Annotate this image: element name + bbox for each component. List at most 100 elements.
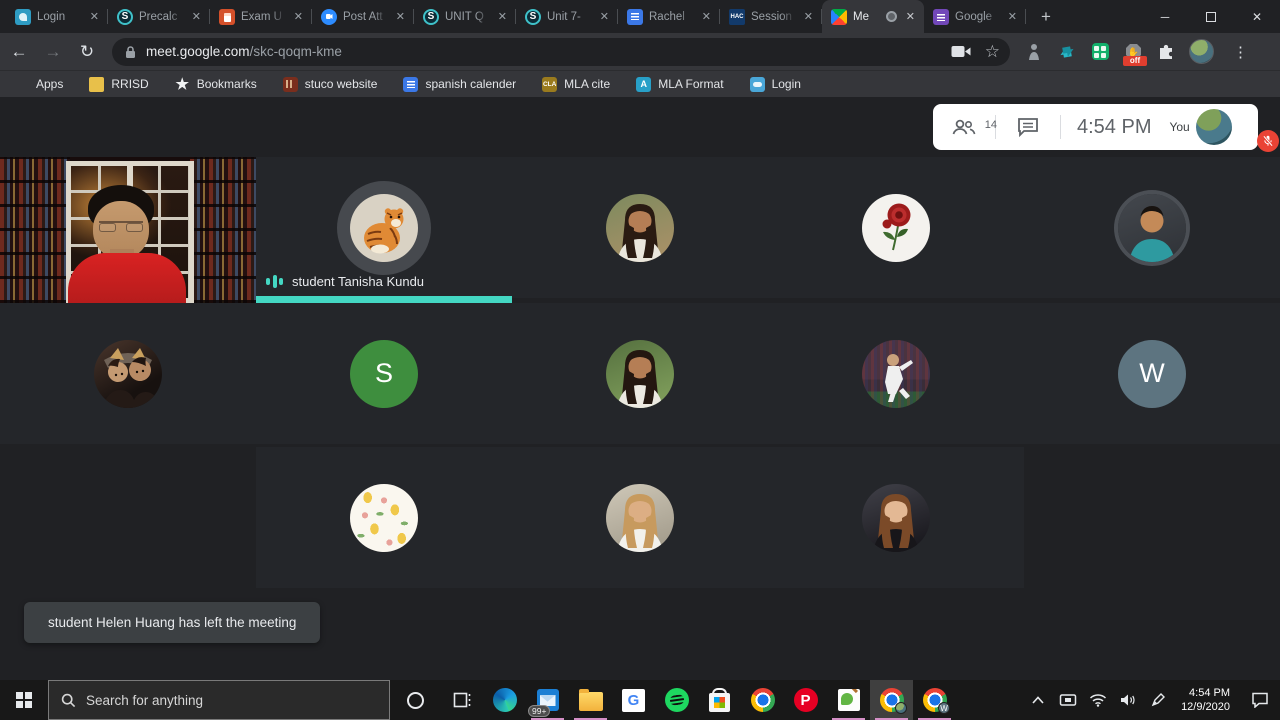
tab-close-icon[interactable]: ✕ [189,9,204,24]
start-button[interactable] [0,680,48,720]
system-tray: 4:54 PM 12/9/2020 [1023,680,1280,720]
participant-tile[interactable] [256,447,512,588]
taskbar-mail-button[interactable]: 99+ [526,680,569,720]
bookmark-rrisd[interactable]: RRISD [89,76,149,92]
taskbar-spotify-button[interactable] [655,680,698,720]
tray-wifi-icon[interactable] [1083,680,1113,720]
participant-tile[interactable] [512,303,768,444]
minimize-button[interactable]: ─ [1142,0,1188,33]
bookmark-bookmarks[interactable]: ★ Bookmarks [175,76,256,93]
tab-close-icon[interactable]: ✕ [495,9,510,24]
reload-button[interactable]: ↻ [72,37,102,67]
schoology-favicon: S [525,8,541,25]
tab-close-icon[interactable]: ✕ [87,9,102,24]
taskbar-pinterest-button[interactable]: P [784,680,827,720]
extension-icon-1[interactable] [1024,42,1044,62]
extensions-puzzle-icon[interactable] [1156,42,1176,62]
chrome-menu-icon[interactable]: ⋮ [1227,43,1254,61]
file-explorer-icon [578,689,603,711]
forward-button[interactable]: → [38,37,68,67]
chat-icon [1018,118,1038,137]
tab-close-icon[interactable]: ✕ [291,9,306,24]
bookmark-login[interactable]: Login [749,76,801,92]
schoology-favicon: S [423,8,439,25]
bookmark-spanish-calender[interactable]: spanish calender [403,76,516,92]
forms-favicon [933,8,949,25]
pinterest-icon: P [793,688,818,712]
bookmark-mla-format[interactable]: A MLA Format [636,76,724,92]
tab-close-icon[interactable]: ✕ [801,9,816,24]
camera-in-use-icon[interactable] [951,45,971,58]
participant-tile[interactable] [1024,157,1280,298]
window-controls: ─ ✕ [1142,0,1280,33]
grid-view-extension-icon[interactable] [1090,42,1110,62]
browser-tab-unit-7-[interactable]: S Unit 7- ✕ [516,0,618,33]
tab-close-icon[interactable]: ✕ [903,9,918,24]
participant-tile[interactable]: W [1024,303,1280,444]
close-button[interactable]: ✕ [1234,0,1280,33]
cortana-icon [406,691,424,709]
browser-tab-exam-u[interactable]: Exam U ✕ [210,0,312,33]
extension-icon-2[interactable] [1057,42,1077,62]
new-tab-button[interactable]: + [1032,3,1060,31]
edge-icon [492,688,517,712]
browser-tab-me[interactable]: Me ✕ [822,0,924,33]
taskbar-edge-button[interactable] [483,680,526,720]
chrome-icon [750,688,775,712]
action-center-button[interactable] [1240,680,1280,720]
tab-close-icon[interactable]: ✕ [699,9,714,24]
browser-tab-unit-q[interactable]: S UNIT Q ✕ [414,0,516,33]
bookmark-stuco-website[interactable]: stuco website [282,76,377,92]
maximize-button[interactable] [1188,0,1234,33]
participant-tile[interactable]: S [256,303,512,444]
tray-chevron-icon[interactable] [1023,680,1053,720]
tab-close-icon[interactable]: ✕ [597,9,612,24]
participants-button[interactable]: 14 [933,117,997,137]
cortana-button[interactable] [390,680,440,720]
taskbar-file-explorer-button[interactable] [569,680,612,720]
bookmark-mla-cite[interactable]: CLA MLA cite [542,76,610,92]
participant-avatar [606,483,674,552]
browser-tab-rachel[interactable]: Rachel ✕ [618,0,720,33]
bookmark-star-icon[interactable]: ☆ [985,42,1000,62]
tray-display-icon[interactable] [1053,680,1083,720]
tab-close-icon[interactable]: ✕ [1005,9,1020,24]
back-button[interactable]: ← [4,37,34,67]
tab-close-icon[interactable]: ✕ [393,9,408,24]
participant-tile[interactable] [512,157,768,298]
action-center-icon [1252,692,1268,708]
taskbar-chrome-profile-button[interactable] [870,680,913,720]
url-host: meet.google.com [146,44,250,59]
adblock-extension-icon[interactable]: ✋ off [1123,42,1147,66]
browser-tab-login[interactable]: Login ✕ [6,0,108,33]
browser-tab-session[interactable]: HAC Session ✕ [720,0,822,33]
participant-tile[interactable] [768,303,1024,444]
tray-pen-icon[interactable] [1143,680,1173,720]
lock-icon [126,45,135,58]
taskbar-google-button[interactable]: G [612,680,655,720]
participant-avatar [862,483,930,552]
task-view-button[interactable] [440,680,483,720]
taskbar-chrome-button[interactable] [741,680,784,720]
taskbar-clock[interactable]: 4:54 PM 12/9/2020 [1173,686,1240,714]
address-bar[interactable]: meet.google.com/skc-qoqm-kme ☆ [112,37,1010,66]
browser-tab-google[interactable]: Google ✕ [924,0,1026,33]
participant-tile[interactable] [0,303,256,444]
participant-tile[interactable] [768,447,1024,588]
browser-tab-precalc[interactable]: S Precalc ✕ [108,0,210,33]
taskbar-microsoft-store-button[interactable] [698,680,741,720]
people-icon [952,119,976,135]
taskbar-chrome-work-profile-button[interactable]: W [913,680,956,720]
taskbar-search-input[interactable]: Search for anything [48,680,390,720]
browser-tab-post-att[interactable]: Post Att ✕ [312,0,414,33]
chat-button[interactable] [996,117,1060,137]
you-avatar[interactable] [1195,109,1232,145]
bookmark-apps[interactable]: Apps [14,77,63,92]
meeting-clock: 4:54 PM [1077,115,1152,138]
self-video-tile[interactable] [0,157,256,303]
participant-tile[interactable] [768,157,1024,298]
participant-tile[interactable] [512,447,768,588]
tray-volume-icon[interactable] [1113,680,1143,720]
taskbar-paint-button[interactable] [827,680,870,720]
profile-avatar[interactable] [1189,39,1214,64]
